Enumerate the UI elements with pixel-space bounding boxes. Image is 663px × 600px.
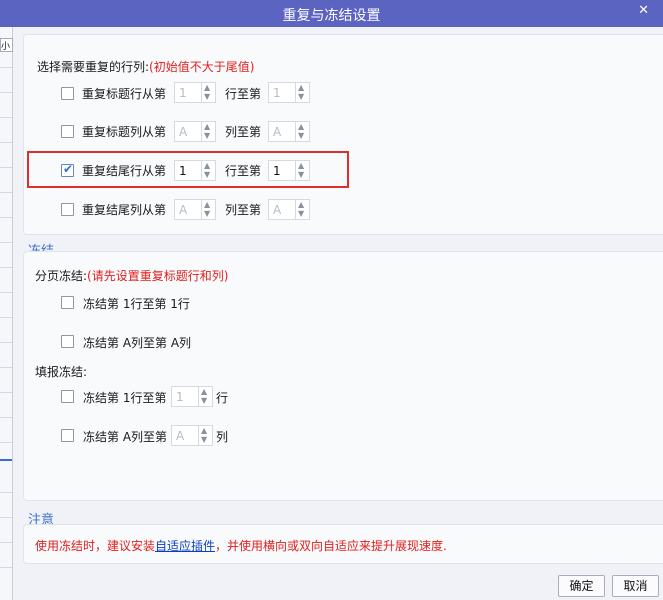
background-app-strip (0, 27, 13, 600)
page-freeze-heading: 分页冻结:(请先设置重复标题行和列) (35, 267, 228, 284)
selection-highlight (27, 151, 349, 188)
stepper-arrows-icon[interactable]: ▲ ▼ (201, 122, 215, 141)
repeat-footer-cols-from-value: A (179, 203, 188, 217)
page-freeze-title: 分页冻结: (35, 269, 88, 283)
notice-text-after: ，并使用横向或双向自适应来提升展现速度. (215, 539, 447, 553)
stepper-arrows-icon[interactable]: ▲ ▼ (201, 200, 215, 219)
stepper-arrows-icon[interactable]: ▲ ▼ (295, 200, 309, 219)
freeze-panel (23, 251, 663, 501)
repeat-footer-cols-to-value: A (273, 203, 282, 217)
repeat-title-rows-from-value: 1 (179, 86, 187, 100)
repeat-instruction-text: 选择需要重复的行列: (37, 60, 150, 74)
fill-freeze-rows-value: 1 (176, 390, 184, 404)
page-freeze-note: (请先设置重复标题行和列) (87, 269, 229, 283)
repeat-title-cols-to-stepper[interactable]: A ▲ ▼ (268, 121, 310, 142)
notice-text-before: 使用冻结时，建议安装 (35, 539, 156, 553)
fill-freeze-rows-label: 冻结第 1行至第 (83, 391, 167, 405)
ok-button[interactable]: 确定 (558, 575, 605, 597)
stepper-arrows-icon[interactable]: ▲ ▼ (295, 122, 309, 141)
cancel-button[interactable]: 取消 (612, 575, 659, 597)
page-freeze-rows-checkbox[interactable] (61, 296, 74, 309)
stepper-arrows-icon[interactable]: ▲ ▼ (198, 426, 212, 445)
dialog-title: 重复与冻结设置 (282, 8, 381, 24)
background-tab: 小 (0, 38, 13, 52)
repeat-footer-cols-from-stepper[interactable]: A ▲ ▼ (174, 199, 216, 220)
repeat-title-cols-checkbox[interactable] (61, 125, 74, 138)
repeat-title-cols-label: 重复标题列从第 (82, 125, 167, 139)
repeat-title-rows-to-value: 1 (273, 86, 281, 100)
fill-freeze-cols-stepper[interactable]: A ▲ ▼ (171, 425, 213, 446)
repeat-title-rows-label: 重复标题行从第 (82, 87, 167, 101)
stepper-arrows-icon[interactable]: ▲ ▼ (198, 387, 212, 406)
repeat-title-rows-checkbox[interactable] (61, 87, 74, 100)
notice-text: 使用冻结时，建议安装自适应插件，并使用横向或双向自适应来提升展现速度. (35, 537, 447, 554)
close-icon[interactable]: ✕ (638, 3, 649, 18)
dialog-titlebar[interactable]: 重复与冻结设置 ✕ (0, 0, 663, 27)
fill-freeze-rows-checkbox[interactable] (61, 390, 74, 403)
repeat-freeze-dialog: 重复 选择需要重复的行列:(初始值不大于尾值) 重复标题行从第 1 ▲▼ 行至第… (13, 27, 663, 600)
repeat-title-rows-to-stepper[interactable]: 1 ▲ ▼ (268, 82, 310, 103)
stepper-arrows-icon[interactable]: ▲ ▼ (201, 83, 215, 102)
repeat-title-rows-mid: 行至第 (225, 87, 262, 101)
repeat-instruction: 选择需要重复的行列:(初始值不大于尾值) (37, 58, 254, 75)
fill-freeze-rows-suffix: 行 (216, 391, 229, 405)
repeat-title-cols-to-value: A (273, 125, 282, 139)
repeat-title-cols-from-value: A (179, 125, 188, 139)
fill-freeze-cols-suffix: 列 (216, 430, 229, 444)
repeat-title-rows-from-stepper[interactable]: 1 ▲ ▼ (174, 82, 216, 103)
repeat-footer-cols-to-stepper[interactable]: A ▲ ▼ (268, 199, 310, 220)
repeat-footer-cols-checkbox[interactable] (61, 203, 74, 216)
repeat-title-cols-from-stepper[interactable]: A ▲ ▼ (174, 121, 216, 142)
adaptive-plugin-link[interactable]: 自适应插件 (155, 539, 215, 553)
repeat-title-cols-mid: 列至第 (225, 125, 262, 139)
repeat-footer-cols-label: 重复结尾列从第 (82, 203, 167, 217)
fill-freeze-cols-checkbox[interactable] (61, 429, 74, 442)
page-freeze-cols-label: 冻结第 A列至第 A列 (83, 336, 192, 350)
page-freeze-cols-checkbox[interactable] (61, 335, 74, 348)
fill-freeze-cols-value: A (176, 429, 185, 443)
page-freeze-rows-label: 冻结第 1行至第 1行 (83, 297, 190, 311)
fill-freeze-cols-label: 冻结第 A列至第 (83, 430, 168, 444)
repeat-footer-cols-mid: 列至第 (225, 203, 262, 217)
background-tab-label: 小 (1, 42, 11, 52)
fill-freeze-title: 填报冻结: (35, 365, 88, 379)
repeat-note: (初始值不大于尾值) (149, 60, 255, 74)
stepper-arrows-icon[interactable]: ▲ ▼ (295, 83, 309, 102)
fill-freeze-rows-stepper[interactable]: 1 ▲ ▼ (171, 386, 213, 407)
